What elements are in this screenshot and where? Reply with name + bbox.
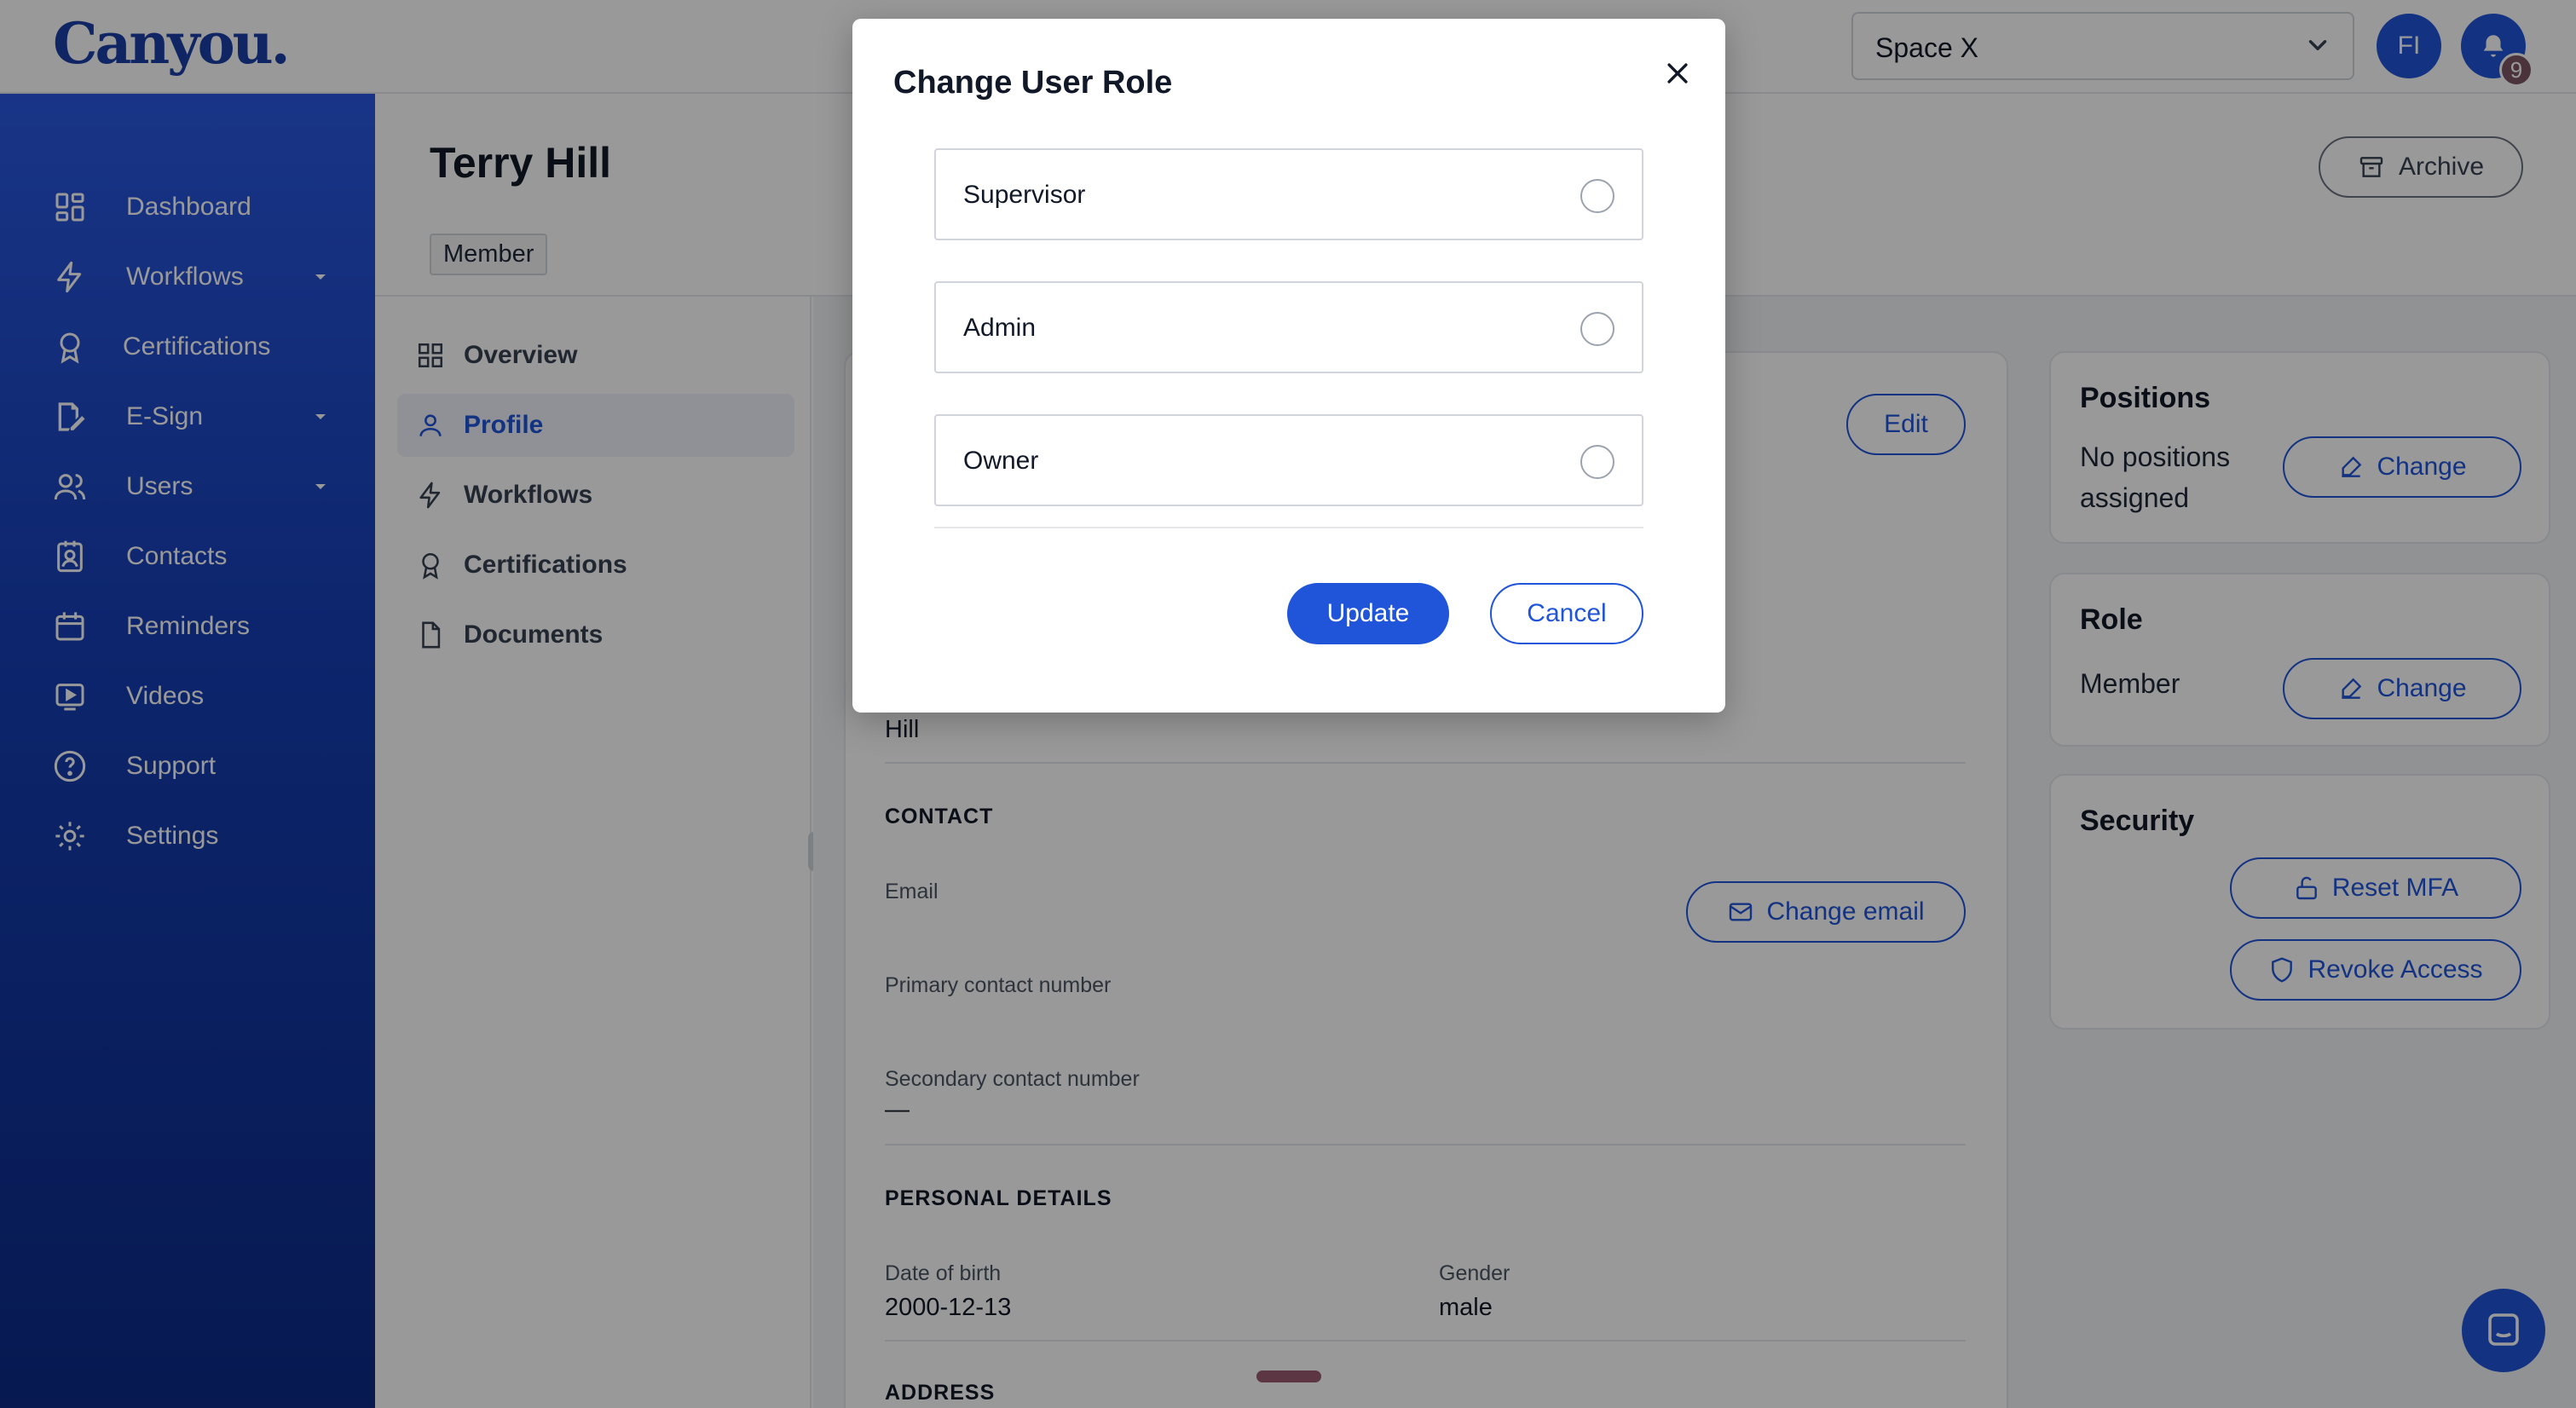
role-radio[interactable] — [1580, 312, 1614, 346]
change-user-role-dialog: Change User Role Supervisor Admin Owner … — [852, 19, 1725, 713]
role-option-admin[interactable]: Admin — [934, 281, 1643, 373]
cancel-button[interactable]: Cancel — [1490, 583, 1643, 644]
update-button[interactable]: Update — [1287, 583, 1449, 644]
role-radio[interactable] — [1580, 445, 1614, 479]
close-dialog-button[interactable] — [1657, 53, 1698, 94]
role-option-label: Owner — [963, 447, 1039, 475]
role-option-label: Supervisor — [963, 181, 1086, 209]
role-option-supervisor[interactable]: Supervisor — [934, 148, 1643, 240]
dialog-divider — [934, 527, 1643, 528]
role-radio[interactable] — [1580, 179, 1614, 213]
close-icon — [1667, 63, 1688, 84]
role-option-owner[interactable]: Owner — [934, 414, 1643, 506]
role-option-label: Admin — [963, 314, 1037, 342]
dialog-title: Change User Role — [893, 65, 1173, 101]
